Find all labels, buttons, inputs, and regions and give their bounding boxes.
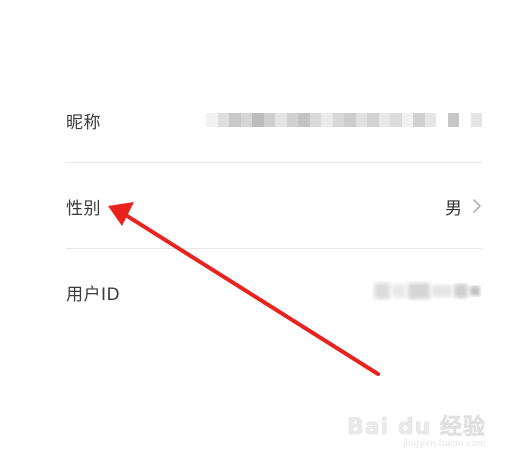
gender-value: 男 xyxy=(445,198,462,219)
userid-label: 用户ID xyxy=(66,284,121,305)
profile-settings-page: 昵称 性别 男 用户ID Bai du 经验 jingyan.baidu.com xyxy=(0,0,508,465)
userid-row: 用户ID xyxy=(66,249,482,335)
baidu-jingyan-watermark: Bai du 经验 jingyan.baidu.com xyxy=(347,409,486,449)
watermark-url: jingyan.baidu.com xyxy=(402,439,486,449)
gender-row[interactable]: 性别 男 xyxy=(66,163,482,249)
gender-label: 性别 xyxy=(66,198,101,219)
watermark-logo: Bai du 经验 xyxy=(347,415,486,441)
nickname-label: 昵称 xyxy=(66,112,101,133)
gender-value-group[interactable]: 男 xyxy=(445,163,482,249)
userid-value-blurred xyxy=(374,283,480,299)
nickname-row[interactable]: 昵称 xyxy=(66,77,482,163)
chevron-right-icon xyxy=(472,198,482,214)
nickname-value-blurred xyxy=(206,113,482,127)
